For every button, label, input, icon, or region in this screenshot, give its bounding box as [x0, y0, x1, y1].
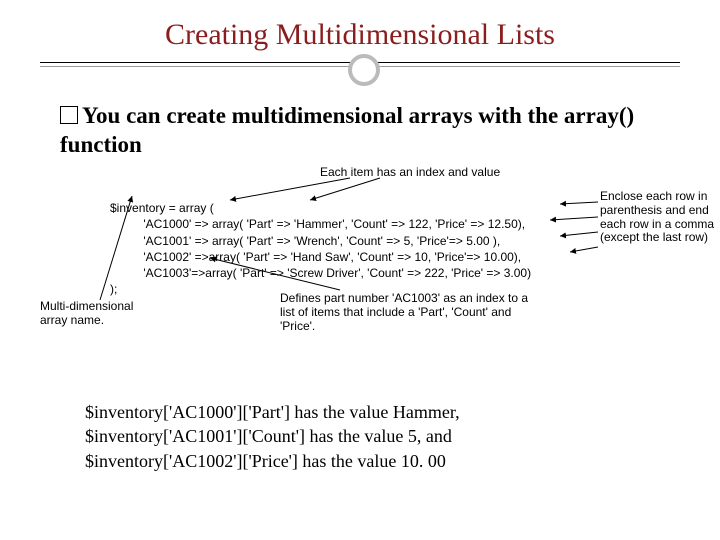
arrow-right-row2 [550, 217, 598, 220]
example-line-3: $inventory['AC1002']['Price'] has the va… [85, 449, 660, 473]
example-block: $inventory['AC1000']['Part'] has the val… [85, 400, 660, 473]
arrow-right-row4 [570, 247, 598, 252]
slide: Creating Multidimensional Lists You can … [0, 0, 720, 540]
example-line-2: $inventory['AC1001']['Count'] has the va… [85, 424, 660, 448]
arrows-svg [40, 172, 720, 342]
arrow-left-to-name [100, 196, 132, 300]
example-line-1: $inventory['AC1000']['Part'] has the val… [85, 400, 660, 424]
arrow-top-to-value [310, 178, 380, 200]
arrow-top-to-index [230, 178, 350, 200]
arrow-bottom-to-ac1003 [210, 258, 340, 290]
arrow-right-row1 [560, 202, 598, 204]
slide-title: Creating Multidimensional Lists [0, 18, 720, 52]
arrow-right-row3 [560, 232, 598, 236]
bullet-text: You can create multidimensional arrays w… [60, 102, 680, 160]
title-rule-circle [348, 54, 380, 86]
bullet-content: You can create multidimensional arrays w… [60, 103, 634, 157]
bullet-square-icon [60, 106, 78, 124]
